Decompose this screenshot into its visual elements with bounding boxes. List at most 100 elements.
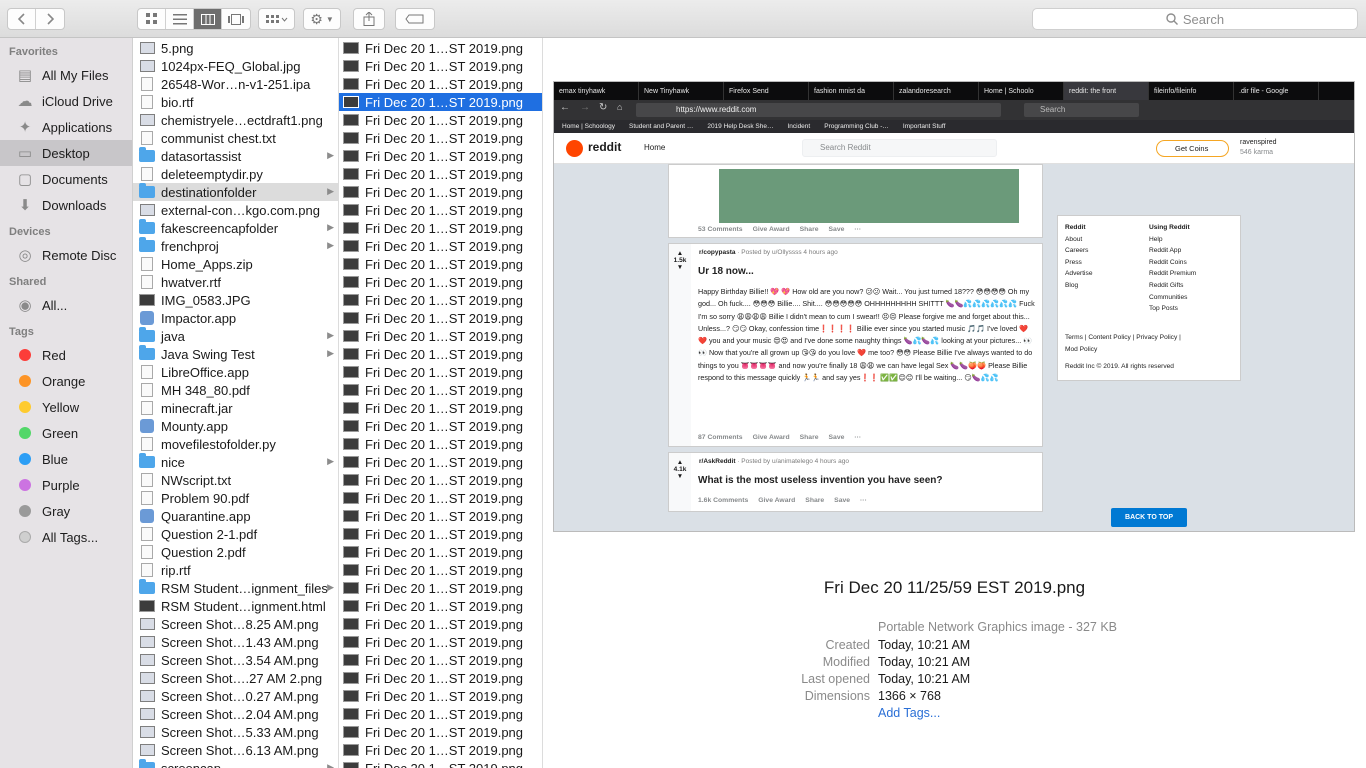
search-field[interactable]: Search — [1032, 8, 1358, 30]
file-row[interactable]: Fri Dec 20 1…ST 2019.png — [339, 741, 542, 759]
file-row[interactable]: RSM Student…ignment.html — [133, 597, 338, 615]
sidebar-item-icloud-drive[interactable]: ☁ iCloud Drive — [0, 88, 132, 114]
file-row[interactable]: RSM Student…ignment_files ▶ — [133, 579, 338, 597]
file-row[interactable]: Fri Dec 20 1…ST 2019.png — [339, 93, 542, 111]
file-row[interactable]: Fri Dec 20 1…ST 2019.png — [339, 111, 542, 129]
edit-tags-button[interactable] — [395, 8, 435, 30]
sidebar-item-downloads[interactable]: ⬇ Downloads — [0, 192, 132, 218]
list-view-button[interactable] — [166, 9, 194, 29]
file-row[interactable]: MH 348_80.pdf — [133, 381, 338, 399]
file-row[interactable]: Fri Dec 20 1…ST 2019.png — [339, 507, 542, 525]
file-row[interactable]: Fri Dec 20 1…ST 2019.png — [339, 633, 542, 651]
file-row[interactable]: Screen Shot…3.54 AM.png — [133, 651, 338, 669]
file-row[interactable]: NWscript.txt — [133, 471, 338, 489]
file-row[interactable]: Fri Dec 20 1…ST 2019.png — [339, 669, 542, 687]
sidebar-item-applications[interactable]: ✦ Applications — [0, 114, 132, 140]
file-row[interactable]: deleteemptydir.py — [133, 165, 338, 183]
file-row[interactable]: Fri Dec 20 1…ST 2019.png — [339, 147, 542, 165]
file-row[interactable]: datasortassist ▶ — [133, 147, 338, 165]
file-row[interactable]: Question 2-1.pdf — [133, 525, 338, 543]
file-row[interactable]: java ▶ — [133, 327, 338, 345]
file-row[interactable]: Question 2.pdf — [133, 543, 338, 561]
file-row[interactable]: minecraft.jar — [133, 399, 338, 417]
file-row[interactable]: Fri Dec 20 1…ST 2019.png — [339, 255, 542, 273]
file-row[interactable]: Fri Dec 20 1…ST 2019.png — [339, 759, 542, 768]
file-row[interactable]: bio.rtf — [133, 93, 338, 111]
column-view-button[interactable] — [194, 9, 222, 29]
sidebar-tag-green[interactable]: Green — [0, 420, 132, 446]
file-row[interactable]: Problem 90.pdf — [133, 489, 338, 507]
file-row[interactable]: Fri Dec 20 1…ST 2019.png — [339, 615, 542, 633]
file-row[interactable]: Fri Dec 20 1…ST 2019.png — [339, 201, 542, 219]
sidebar-item-all[interactable]: ◉ All... — [0, 292, 132, 318]
file-row[interactable]: Fri Dec 20 1…ST 2019.png — [339, 561, 542, 579]
file-row[interactable]: Fri Dec 20 1…ST 2019.png — [339, 723, 542, 741]
file-row[interactable]: Fri Dec 20 1…ST 2019.png — [339, 525, 542, 543]
arrange-button[interactable] — [258, 8, 295, 30]
file-row[interactable]: Java Swing Test ▶ — [133, 345, 338, 363]
file-row[interactable]: hwatver.rtf — [133, 273, 338, 291]
file-row[interactable]: 26548-Wor…n-v1-251.ipa — [133, 75, 338, 93]
file-row[interactable]: Screen Shot…5.33 AM.png — [133, 723, 338, 741]
file-row[interactable]: Impactor.app — [133, 309, 338, 327]
sidebar-tag-yellow[interactable]: Yellow — [0, 394, 132, 420]
share-button[interactable] — [353, 8, 385, 30]
sidebar-item-remote-disc[interactable]: ◎ Remote Disc — [0, 242, 132, 268]
file-row[interactable]: Fri Dec 20 1…ST 2019.png — [339, 597, 542, 615]
file-row[interactable]: Fri Dec 20 1…ST 2019.png — [339, 219, 542, 237]
file-row[interactable]: Fri Dec 20 1…ST 2019.png — [339, 489, 542, 507]
file-row[interactable]: Fri Dec 20 1…ST 2019.png — [339, 705, 542, 723]
file-row[interactable]: external-con…kgo.com.png — [133, 201, 338, 219]
file-row[interactable]: Fri Dec 20 1…ST 2019.png — [339, 183, 542, 201]
file-row[interactable]: Fri Dec 20 1…ST 2019.png — [339, 129, 542, 147]
sidebar-item-all-my-files[interactable]: ▤ All My Files — [0, 62, 132, 88]
file-row[interactable]: Fri Dec 20 1…ST 2019.png — [339, 543, 542, 561]
file-row[interactable]: Screen Shot…2.04 AM.png — [133, 705, 338, 723]
sidebar-tag-all-tags[interactable]: All Tags... — [0, 524, 132, 550]
file-row[interactable]: Fri Dec 20 1…ST 2019.png — [339, 381, 542, 399]
file-row[interactable]: Screen Shot…6.13 AM.png — [133, 741, 338, 759]
file-row[interactable]: rip.rtf — [133, 561, 338, 579]
back-button[interactable] — [8, 9, 36, 29]
file-row[interactable]: fakescreencapfolder ▶ — [133, 219, 338, 237]
file-row[interactable]: LibreOffice.app — [133, 363, 338, 381]
file-row[interactable]: Fri Dec 20 1…ST 2019.png — [339, 309, 542, 327]
file-row[interactable]: Fri Dec 20 1…ST 2019.png — [339, 345, 542, 363]
sidebar-item-desktop[interactable]: ▭ Desktop — [0, 140, 132, 166]
file-row[interactable]: Fri Dec 20 1…ST 2019.png — [339, 453, 542, 471]
file-row[interactable]: chemistryele…ectdraft1.png — [133, 111, 338, 129]
file-row[interactable]: Fri Dec 20 1…ST 2019.png — [339, 165, 542, 183]
file-row[interactable]: Fri Dec 20 1…ST 2019.png — [339, 687, 542, 705]
sidebar-tag-orange[interactable]: Orange — [0, 368, 132, 394]
file-row[interactable]: IMG_0583.JPG — [133, 291, 338, 309]
file-row[interactable]: Fri Dec 20 1…ST 2019.png — [339, 237, 542, 255]
file-row[interactable]: 5.png — [133, 39, 338, 57]
forward-button[interactable] — [36, 9, 64, 29]
sidebar-tag-purple[interactable]: Purple — [0, 472, 132, 498]
file-row[interactable]: screencap ▶ — [133, 759, 338, 768]
file-row[interactable]: Fri Dec 20 1…ST 2019.png — [339, 39, 542, 57]
icon-view-button[interactable] — [138, 9, 166, 29]
file-row[interactable]: Fri Dec 20 1…ST 2019.png — [339, 273, 542, 291]
file-row[interactable]: 1024px-FEQ_Global.jpg — [133, 57, 338, 75]
file-row[interactable]: Fri Dec 20 1…ST 2019.png — [339, 327, 542, 345]
file-row[interactable]: Fri Dec 20 1…ST 2019.png — [339, 579, 542, 597]
file-row[interactable]: Screen Shot….27 AM 2.png — [133, 669, 338, 687]
file-row[interactable]: Fri Dec 20 1…ST 2019.png — [339, 435, 542, 453]
file-row[interactable]: Home_Apps.zip — [133, 255, 338, 273]
file-row[interactable]: Mounty.app — [133, 417, 338, 435]
file-row[interactable]: Fri Dec 20 1…ST 2019.png — [339, 399, 542, 417]
file-row[interactable]: communist chest.txt — [133, 129, 338, 147]
file-row[interactable]: Fri Dec 20 1…ST 2019.png — [339, 471, 542, 489]
sidebar-tag-gray[interactable]: Gray — [0, 498, 132, 524]
file-row[interactable]: nice ▶ — [133, 453, 338, 471]
file-row[interactable]: Fri Dec 20 1…ST 2019.png — [339, 651, 542, 669]
file-row[interactable]: destinationfolder ▶ — [133, 183, 338, 201]
file-row[interactable]: Fri Dec 20 1…ST 2019.png — [339, 291, 542, 309]
sidebar-tag-blue[interactable]: Blue — [0, 446, 132, 472]
file-row[interactable]: Fri Dec 20 1…ST 2019.png — [339, 57, 542, 75]
file-row[interactable]: Fri Dec 20 1…ST 2019.png — [339, 363, 542, 381]
add-tags-link[interactable]: Add Tags... — [878, 705, 970, 722]
file-row[interactable]: Screen Shot…8.25 AM.png — [133, 615, 338, 633]
gallery-view-button[interactable] — [222, 9, 250, 29]
